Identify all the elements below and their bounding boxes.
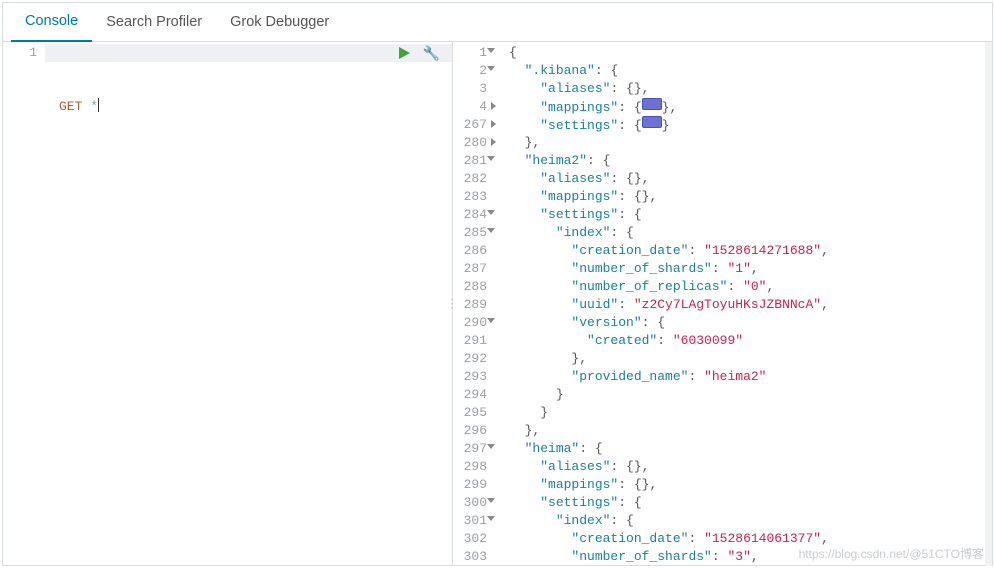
console-split: 1 GET * 🔧 ··· 12342672802812 bbox=[3, 42, 992, 566]
response-line: "heima": { bbox=[509, 440, 986, 458]
response-line-number: 299 bbox=[459, 476, 487, 494]
response-line: "aliases": {}, bbox=[509, 170, 986, 188]
http-verb: GET bbox=[59, 99, 82, 114]
request-pane: 1 GET * 🔧 bbox=[3, 42, 453, 566]
response-line-number: 293 bbox=[459, 368, 487, 386]
fold-open-icon[interactable] bbox=[487, 48, 495, 53]
response-line: }, bbox=[509, 134, 986, 152]
fold-open-icon[interactable] bbox=[487, 444, 495, 449]
response-line-number: 294 bbox=[459, 386, 487, 404]
response-line-number: 301 bbox=[459, 512, 487, 530]
response-line-number: 1 bbox=[459, 44, 487, 62]
fold-open-icon[interactable] bbox=[487, 66, 495, 71]
response-line-number: 282 bbox=[459, 170, 487, 188]
run-request-button[interactable] bbox=[397, 46, 411, 60]
response-editor[interactable]: 1234267280281282283284285286287288289290… bbox=[453, 42, 992, 566]
play-icon bbox=[397, 46, 411, 60]
fold-open-icon[interactable] bbox=[487, 210, 495, 215]
response-line: }, bbox=[509, 422, 986, 440]
splitter-handle[interactable]: ··· bbox=[450, 298, 454, 310]
response-line-number: 285 bbox=[459, 224, 487, 242]
response-line: } bbox=[509, 404, 986, 422]
response-line-number: 296 bbox=[459, 422, 487, 440]
response-line: }, bbox=[509, 350, 986, 368]
fold-open-icon[interactable] bbox=[487, 228, 495, 233]
response-line-number: 2 bbox=[459, 62, 487, 80]
fold-pill-icon[interactable] bbox=[642, 98, 662, 110]
response-line: "number_of_shards": "3", bbox=[509, 548, 986, 566]
fold-closed-icon[interactable] bbox=[491, 102, 496, 110]
response-line: "heima2": { bbox=[509, 152, 986, 170]
response-line-number: 3 bbox=[459, 80, 487, 98]
response-line: "aliases": {}, bbox=[509, 458, 986, 476]
response-line: "mappings": {}, bbox=[509, 188, 986, 206]
response-line: } bbox=[509, 386, 986, 404]
response-line: "mappings": {}, bbox=[509, 98, 986, 116]
response-line-number: 291 bbox=[459, 332, 487, 350]
response-code[interactable]: { ".kibana": { "aliases": {}, "mappings"… bbox=[495, 42, 992, 566]
response-pane: ··· 123426728028128228328428528628728828… bbox=[453, 42, 992, 566]
tab-search-profiler[interactable]: Search Profiler bbox=[92, 3, 216, 41]
response-line-number: 281 bbox=[459, 152, 487, 170]
response-line-number: 297 bbox=[459, 440, 487, 458]
fold-open-icon[interactable] bbox=[487, 318, 495, 323]
response-line-number: 267 bbox=[459, 116, 487, 134]
response-line: "creation_date": "1528614061377", bbox=[509, 530, 986, 548]
response-gutter: 1234267280281282283284285286287288289290… bbox=[453, 42, 495, 566]
response-line: "creation_date": "1528614271688", bbox=[509, 242, 986, 260]
response-line: "index": { bbox=[509, 512, 986, 530]
response-line: "version": { bbox=[509, 314, 986, 332]
devtools-tab-bar: Console Search Profiler Grok Debugger bbox=[3, 3, 992, 42]
response-line-number: 302 bbox=[459, 530, 487, 548]
request-editor[interactable]: 1 GET * bbox=[3, 42, 452, 566]
request-code[interactable]: GET * bbox=[45, 42, 452, 566]
response-line: "settings": {} bbox=[509, 116, 986, 134]
response-line-number: 286 bbox=[459, 242, 487, 260]
wrench-icon: 🔧 bbox=[423, 45, 440, 61]
fold-closed-icon[interactable] bbox=[491, 138, 496, 146]
fold-pill-icon[interactable] bbox=[642, 116, 662, 128]
response-line-number: 298 bbox=[459, 458, 487, 476]
response-line-number: 303 bbox=[459, 548, 487, 566]
response-line: "aliases": {}, bbox=[509, 80, 986, 98]
tab-grok-debugger[interactable]: Grok Debugger bbox=[216, 3, 343, 41]
text-cursor bbox=[98, 98, 99, 112]
response-line: "number_of_replicas": "0", bbox=[509, 278, 986, 296]
active-line-highlight bbox=[45, 44, 452, 62]
request-gutter: 1 bbox=[3, 42, 45, 566]
response-line: "created": "6030099" bbox=[509, 332, 986, 350]
response-line: "settings": { bbox=[509, 494, 986, 512]
response-line-number: 292 bbox=[459, 350, 487, 368]
request-path: * bbox=[90, 99, 98, 114]
kibana-dev-tools-frame: Console Search Profiler Grok Debugger 1 … bbox=[2, 2, 993, 566]
request-action-buttons: 🔧 bbox=[393, 44, 444, 62]
response-line-number: 284 bbox=[459, 206, 487, 224]
request-line-number: 1 bbox=[9, 44, 37, 62]
response-line: "provided_name": "heima2" bbox=[509, 368, 986, 386]
request-options-button[interactable]: 🔧 bbox=[423, 45, 440, 62]
response-line: "settings": { bbox=[509, 206, 986, 224]
response-line: "uuid": "z2Cy7LAgToyuHKsJZBNNcA", bbox=[509, 296, 986, 314]
response-line-number: 4 bbox=[459, 98, 487, 116]
response-line: "index": { bbox=[509, 224, 986, 242]
fold-open-icon[interactable] bbox=[487, 156, 495, 161]
response-line-number: 283 bbox=[459, 188, 487, 206]
response-line-number: 290 bbox=[459, 314, 487, 332]
response-line: "mappings": {}, bbox=[509, 476, 986, 494]
fold-open-icon[interactable] bbox=[487, 516, 495, 521]
fold-open-icon[interactable] bbox=[487, 498, 495, 503]
response-line: ".kibana": { bbox=[509, 62, 986, 80]
tab-console[interactable]: Console bbox=[11, 2, 92, 42]
fold-closed-icon[interactable] bbox=[491, 120, 496, 128]
response-line-number: 295 bbox=[459, 404, 487, 422]
response-line-number: 300 bbox=[459, 494, 487, 512]
response-line: { bbox=[509, 44, 986, 62]
response-line-number: 288 bbox=[459, 278, 487, 296]
response-line-number: 287 bbox=[459, 260, 487, 278]
response-line-number: 280 bbox=[459, 134, 487, 152]
response-line-number: 289 bbox=[459, 296, 487, 314]
request-line[interactable]: GET * bbox=[59, 98, 446, 116]
response-line: "number_of_shards": "1", bbox=[509, 260, 986, 278]
